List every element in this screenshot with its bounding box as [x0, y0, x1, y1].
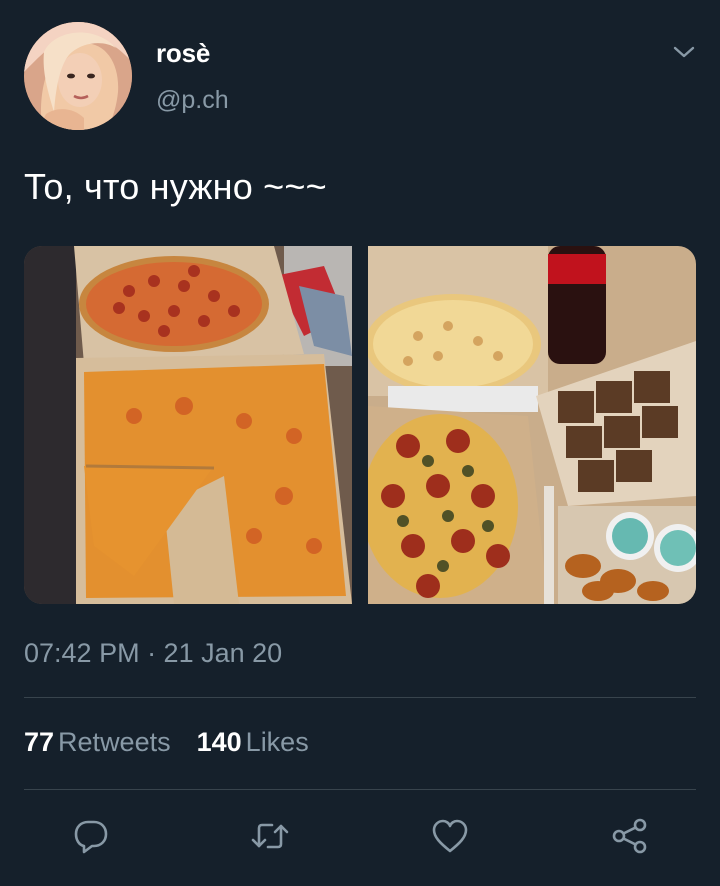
tweet-actions — [0, 814, 720, 858]
tweet-text: То, что нужно ~~~ — [24, 166, 327, 207]
retweets-label: Retweets — [58, 727, 171, 757]
avatar-image — [24, 22, 132, 130]
tweet-timestamp[interactable]: 07:42 PM · 21 Jan 20 — [24, 638, 282, 669]
reply-button[interactable] — [69, 814, 113, 858]
avatar[interactable] — [24, 22, 132, 130]
likes-count: 140 — [196, 727, 242, 757]
retweets-stat[interactable]: 77 Retweets — [24, 727, 171, 758]
reply-icon — [74, 820, 108, 854]
divider — [24, 697, 696, 698]
share-button[interactable] — [608, 814, 652, 858]
media-grid — [24, 246, 696, 604]
chevron-down-icon[interactable] — [672, 40, 696, 64]
media-photo-1[interactable] — [24, 246, 352, 604]
retweet-button[interactable] — [248, 814, 292, 858]
retweets-count: 77 — [24, 727, 55, 757]
divider — [24, 789, 696, 790]
user-handle[interactable]: @p.ch — [156, 86, 229, 115]
media-photo-2[interactable] — [368, 246, 696, 604]
retweet-icon — [251, 823, 289, 849]
share-icon — [612, 818, 647, 854]
tweet-stats: 77 Retweets 140 Likes — [24, 727, 309, 758]
pizza-photo-right — [368, 246, 696, 604]
tweet-detail: rosè @p.ch То, что нужно ~~~ 07:42 PM · … — [0, 0, 720, 886]
like-button[interactable] — [428, 814, 472, 858]
likes-label: Likes — [245, 727, 309, 757]
pizza-photo-left — [24, 246, 352, 604]
display-name[interactable]: rosè — [156, 38, 210, 69]
heart-icon — [432, 819, 468, 853]
likes-stat[interactable]: 140 Likes — [197, 727, 309, 758]
